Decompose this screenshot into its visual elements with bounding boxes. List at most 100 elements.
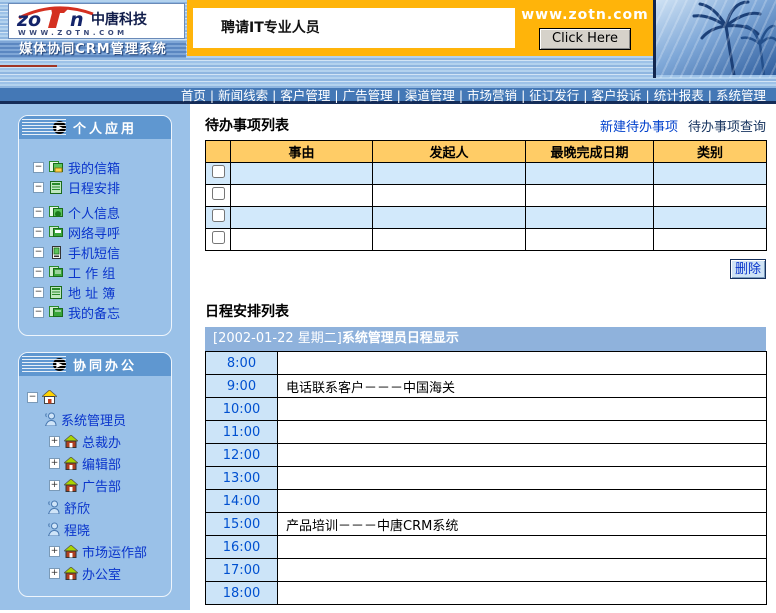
schedule-event[interactable] <box>278 398 767 421</box>
tree-node-shuxin[interactable]: 舒欣 <box>19 496 171 518</box>
collapse-toggle-icon[interactable]: − <box>27 392 38 403</box>
schedule-row[interactable]: 10:00 <box>206 398 767 421</box>
schedule-event[interactable] <box>278 582 767 605</box>
schedule-event[interactable]: 产品培训－－－中唐CRM系统 <box>278 513 767 536</box>
collapse-toggle-icon[interactable]: − <box>33 287 44 298</box>
todo-row-checkbox[interactable] <box>212 165 225 178</box>
schedule-event[interactable] <box>278 421 767 444</box>
nav-item-reports[interactable]: 统计报表 <box>654 88 704 103</box>
sidebar-item-workgroup[interactable]: − 工 作 组 <box>19 262 171 282</box>
sidebar-item-net-pager[interactable]: − 网络寻呼 <box>19 222 171 242</box>
sidebar-item-sms[interactable]: − 手机短信 <box>19 242 171 262</box>
schedule-time: 14:00 <box>206 490 278 513</box>
tree-node-editorial[interactable]: + 编辑部 <box>19 452 171 474</box>
sidebar-item-memo[interactable]: − 我的备忘 <box>19 302 171 322</box>
collapse-toggle-icon[interactable]: − <box>33 182 44 193</box>
click-here-button[interactable]: Click Here <box>539 28 631 50</box>
nav-separator: | <box>206 88 218 103</box>
logo-site-url: WWW.ZOTN.COM <box>18 29 128 37</box>
schedule-row[interactable]: 17:00 <box>206 559 767 582</box>
todo-query-link[interactable]: 待办事项查询 <box>688 120 766 135</box>
tree-node-label: 系统管理员 <box>61 410 126 429</box>
delete-button[interactable]: 删除 <box>730 259 766 279</box>
todo-row-checkbox[interactable] <box>212 209 225 222</box>
tree-node-office[interactable]: + 办公室 <box>19 562 171 584</box>
collapse-toggle-icon[interactable]: − <box>33 307 44 318</box>
expand-toggle-icon[interactable]: + <box>49 546 60 557</box>
panel-collab-office: ▶ 协同办公 − 系统管理员 + 总裁办 <box>18 352 172 597</box>
schedule-row[interactable]: 14:00 <box>206 490 767 513</box>
schedule-event[interactable] <box>278 352 767 375</box>
panel-personal-header: ▶ 个人应用 <box>19 116 171 139</box>
nav-item-subscription[interactable]: 征订发行 <box>529 88 579 103</box>
tree-root[interactable]: − <box>19 386 171 408</box>
nav-item-channel-mgmt[interactable]: 渠道管理 <box>405 88 455 103</box>
nav-item-news-leads[interactable]: 新闻线索 <box>218 88 268 103</box>
schedule-row[interactable]: 11:00 <box>206 421 767 444</box>
collapse-toggle-icon[interactable]: − <box>33 267 44 278</box>
collapse-toggle-icon[interactable]: − <box>33 247 44 258</box>
todo-row-checkbox[interactable] <box>212 231 225 244</box>
todo-table: 事由 发起人 最晚完成日期 类别 <box>205 140 767 251</box>
schedule-row[interactable]: 13:00 <box>206 467 767 490</box>
schedule-header-bar: [2002-01-22 星期二]系统管理员日程显示 <box>205 327 766 351</box>
schedule-row[interactable]: 15:00 产品培训－－－中唐CRM系统 <box>206 513 767 536</box>
new-todo-link[interactable]: 新建待办事项 <box>600 120 678 135</box>
expand-toggle-icon[interactable]: + <box>49 436 60 447</box>
sidebar-item-mailbox[interactable]: − 我的信箱 <box>19 157 171 177</box>
tree-node-market-ops[interactable]: + 市场运作部 <box>19 540 171 562</box>
expand-toggle-icon[interactable]: + <box>49 568 60 579</box>
todo-section-title: 待办事项列表 <box>205 115 289 135</box>
schedule-event[interactable] <box>278 444 767 467</box>
nav-item-customer-mgmt[interactable]: 客户管理 <box>280 88 330 103</box>
schedule-section-title: 日程安排列表 <box>205 301 289 321</box>
schedule-event[interactable] <box>278 490 767 513</box>
todo-col-category: 类别 <box>654 141 767 163</box>
logo[interactable]: zo n 中唐科技 WWW.ZOTN.COM <box>8 3 185 39</box>
schedule-row[interactable]: 12:00 <box>206 444 767 467</box>
collapse-toggle-icon[interactable]: − <box>33 207 44 218</box>
schedule-row[interactable]: 9:00 电话联系客户－－－中国海关 <box>206 375 767 398</box>
tree-node-admin[interactable]: 系统管理员 <box>19 408 171 430</box>
schedule-date: [2002-01-22 星期二] <box>213 331 342 346</box>
nav-item-marketing[interactable]: 市场营销 <box>467 88 517 103</box>
nav-item-ad-mgmt[interactable]: 广告管理 <box>343 88 393 103</box>
schedule-time: 16:00 <box>206 536 278 559</box>
nav-item-home[interactable]: 首页 <box>181 88 206 103</box>
main-nav: 首页|新闻线索|客户管理|广告管理|渠道管理|市场营销|征订发行|客户投诉|统计… <box>0 88 776 104</box>
schedule-time: 9:00 <box>206 375 278 398</box>
nav-separator: | <box>517 88 529 103</box>
nav-item-complaints[interactable]: 客户投诉 <box>592 88 642 103</box>
mailbox-icon <box>49 161 63 174</box>
sidebar-item-addressbook[interactable]: − 地 址 簿 <box>19 282 171 302</box>
collapse-toggle-icon[interactable]: − <box>33 162 44 173</box>
sidebar-item-schedule[interactable]: − 日程安排 <box>19 177 171 197</box>
schedule-row[interactable]: 18:00 <box>206 582 767 605</box>
schedule-row[interactable]: 16:00 <box>206 536 767 559</box>
panel-personal-title: 个人应用 <box>73 118 137 137</box>
sidebar-item-label: 手机短信 <box>68 243 120 262</box>
dept-home-icon <box>64 545 78 558</box>
todo-row <box>206 229 767 251</box>
logo-brand-left: zo <box>16 9 41 31</box>
nav-item-system-mgmt[interactable]: 系统管理 <box>716 88 766 103</box>
memo-icon <box>49 306 63 319</box>
collapse-toggle-icon[interactable]: − <box>33 227 44 238</box>
tree-node-chengxiao[interactable]: 程晓 <box>19 518 171 540</box>
ad-banner[interactable]: 聘请IT专业人员 www.zotn.com Click Here <box>187 0 653 56</box>
tree-node-ads-dept[interactable]: + 广告部 <box>19 474 171 496</box>
schedule-event[interactable] <box>278 559 767 582</box>
todo-row-checkbox[interactable] <box>212 187 225 200</box>
tree-node-ceo-office[interactable]: + 总裁办 <box>19 430 171 452</box>
expand-toggle-icon[interactable]: + <box>49 480 60 491</box>
schedule-event[interactable]: 电话联系客户－－－中国海关 <box>278 375 767 398</box>
schedule-event[interactable] <box>278 536 767 559</box>
schedule-event[interactable] <box>278 467 767 490</box>
schedule-table: 8:00 9:00 电话联系客户－－－中国海关 10:00 11:00 12:0… <box>205 351 767 605</box>
expand-toggle-icon[interactable]: + <box>49 458 60 469</box>
sidebar-item-label: 我的备忘 <box>68 303 120 322</box>
person-icon <box>43 412 57 426</box>
sidebar-item-profile[interactable]: − 个人信息 <box>19 202 171 222</box>
schedule-row[interactable]: 8:00 <box>206 352 767 375</box>
panel-personal-body: − 我的信箱 − 日程安排 − 个人信息 − 网络寻呼 <box>19 139 171 335</box>
